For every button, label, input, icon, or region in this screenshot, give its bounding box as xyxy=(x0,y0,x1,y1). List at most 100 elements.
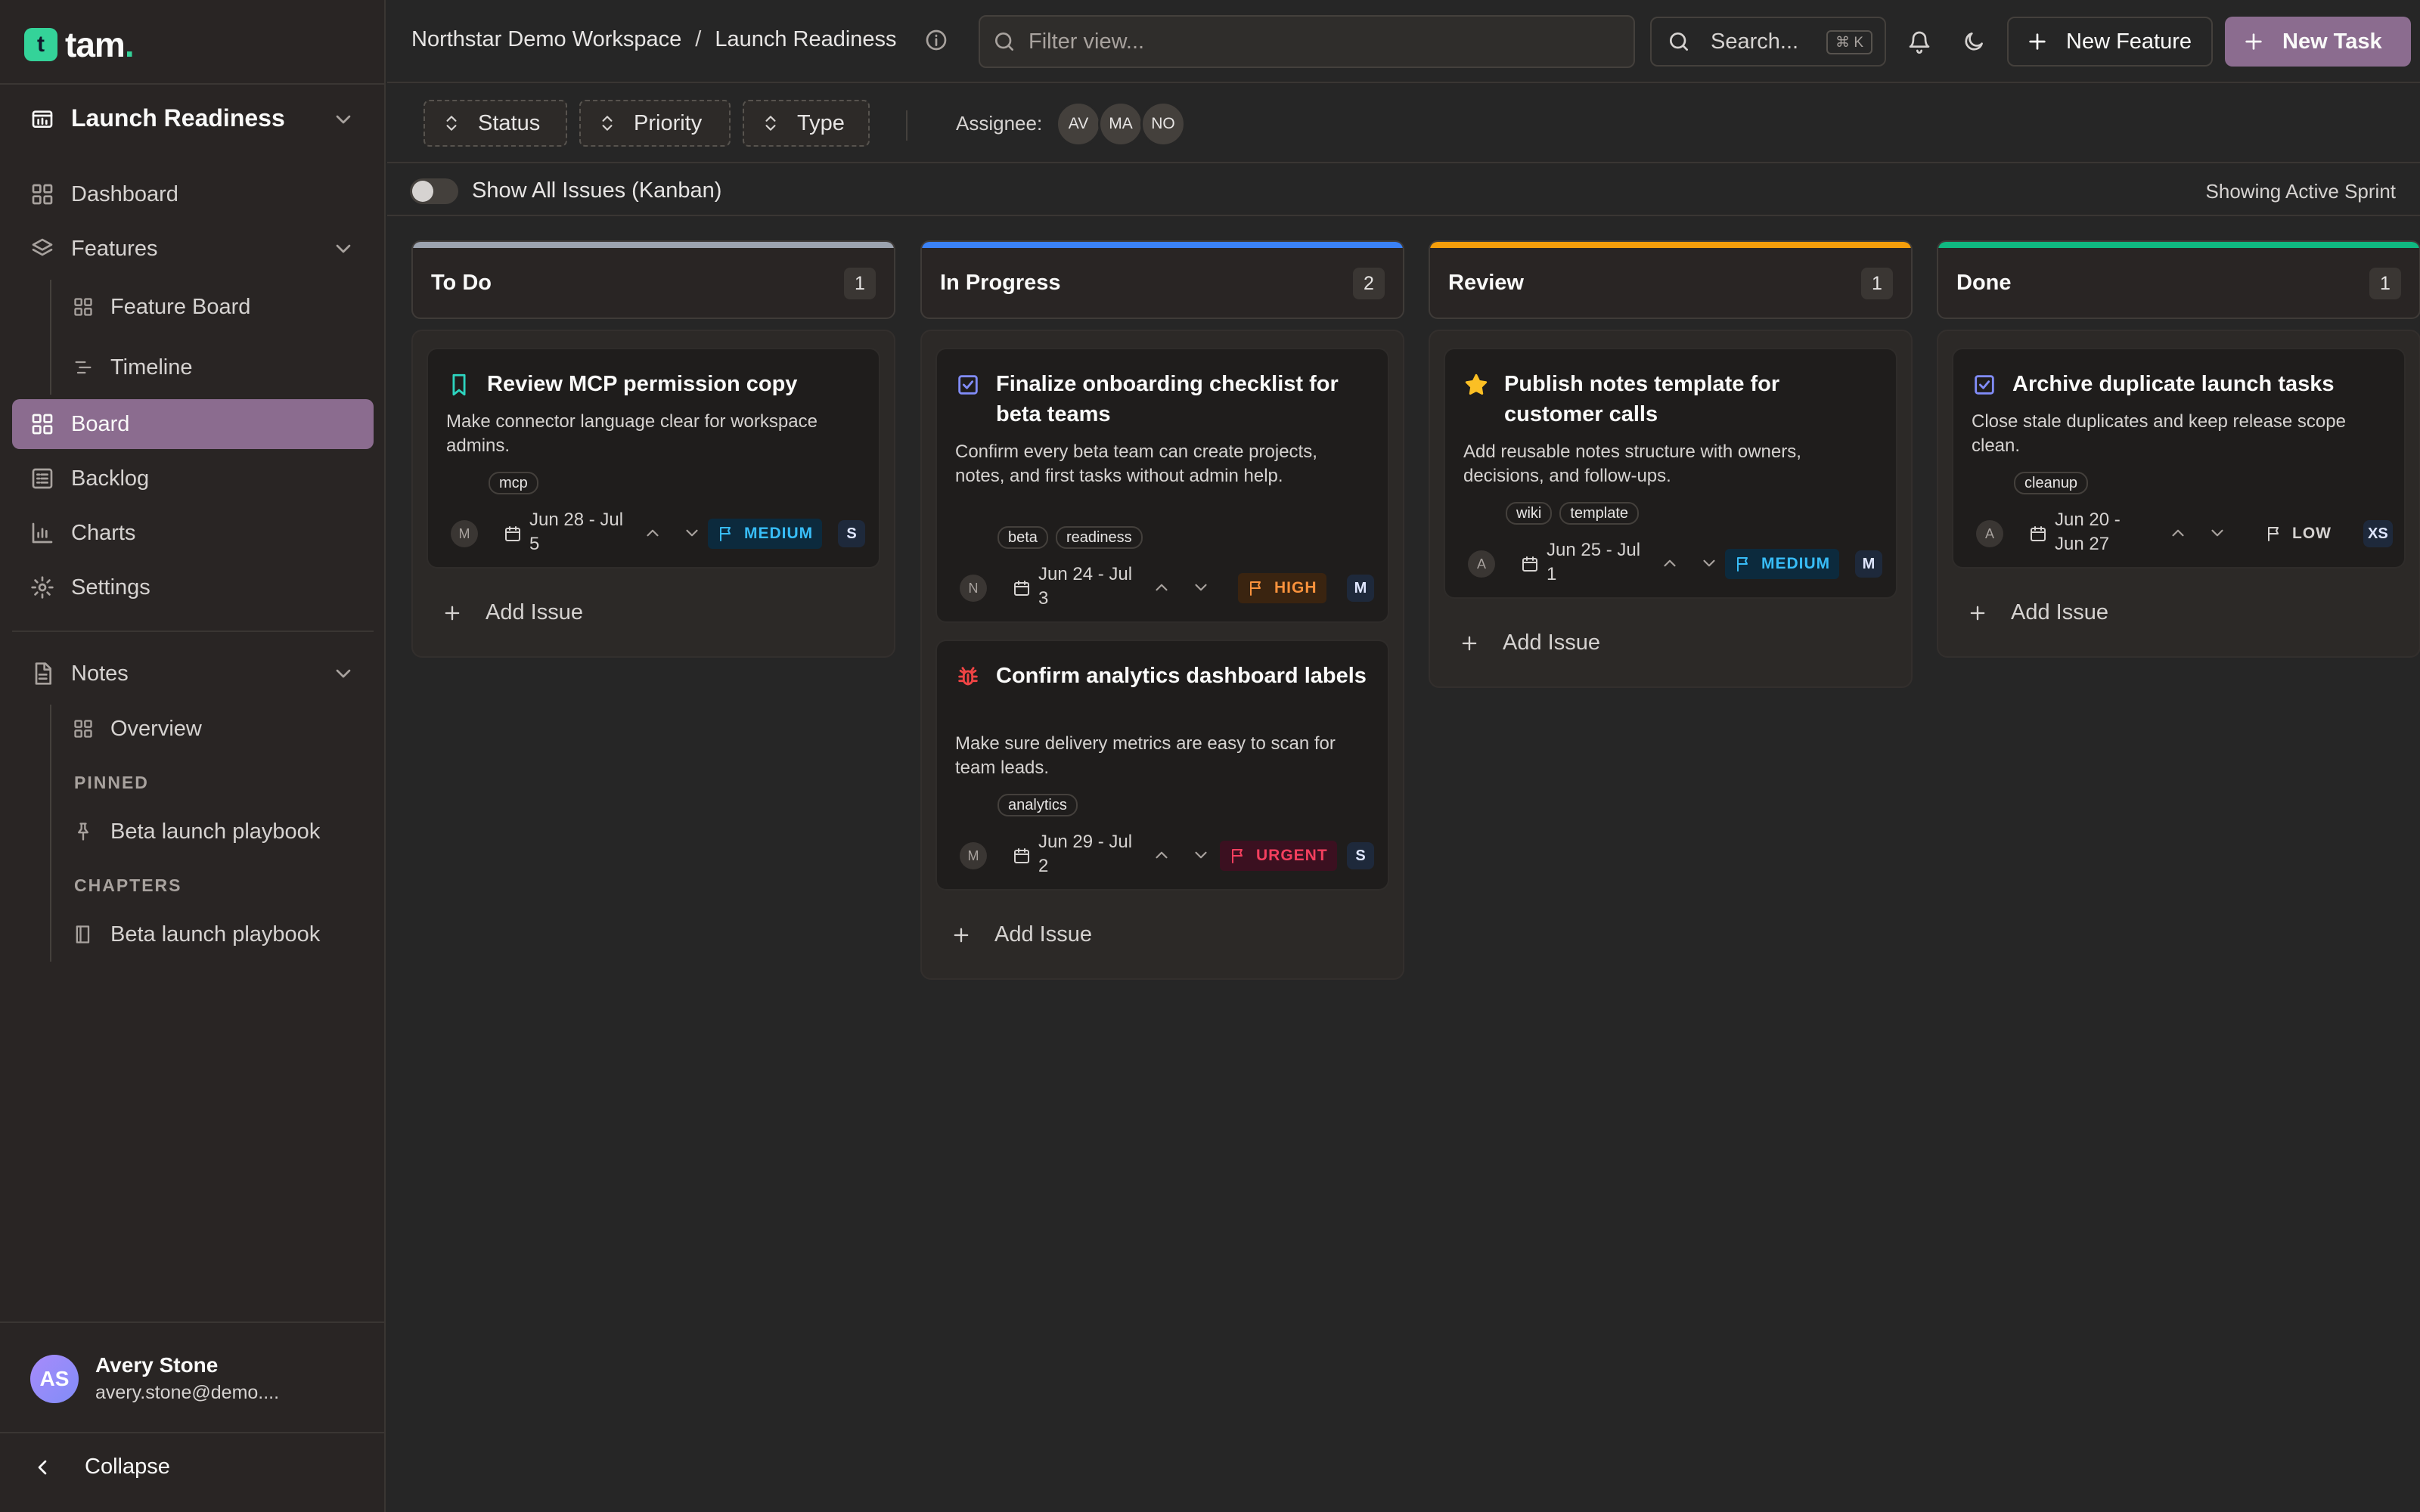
tag[interactable]: readiness xyxy=(1055,526,1143,549)
sidebar-item-chapter[interactable]: Beta launch playbook xyxy=(73,912,320,957)
sidebar-item-settings[interactable]: Settings xyxy=(12,562,374,612)
issue-tags: analytics xyxy=(997,794,1078,816)
timeline-icon xyxy=(75,361,92,374)
type-filter[interactable]: Type xyxy=(743,100,870,147)
priority-badge[interactable]: URGENT xyxy=(1220,841,1337,871)
issue-title: Archive duplicate launch tasks xyxy=(2012,372,2335,396)
issue-card[interactable]: Finalize onboarding checklist for beta t… xyxy=(935,348,1389,623)
size-badge[interactable]: S xyxy=(838,520,865,547)
size-badge[interactable]: S xyxy=(1347,842,1374,869)
breadcrumb-project[interactable]: Launch Readiness xyxy=(715,27,896,52)
sidebar-item-dashboard[interactable]: Dashboard xyxy=(12,169,374,219)
priority-filter[interactable]: Priority xyxy=(579,100,731,147)
new-task-button[interactable]: New Task xyxy=(2225,17,2411,67)
issue-card[interactable]: Confirm analytics dashboard labels Make … xyxy=(935,640,1389,891)
project-icon xyxy=(32,110,53,128)
column-title: In Progress xyxy=(940,271,1061,295)
priority-badge[interactable]: MEDIUM xyxy=(708,519,823,549)
divider xyxy=(0,1432,386,1433)
sidebar-item-feature-board[interactable]: Feature Board xyxy=(73,284,250,330)
issue-date-range[interactable]: Jun 24 - Jul 3 xyxy=(1038,562,1137,611)
tag[interactable]: mcp xyxy=(489,472,538,494)
issue-meta: A Jun 25 - Jul 1 MEDIUM M xyxy=(1468,535,1882,588)
chevron-up-icon[interactable] xyxy=(643,523,662,543)
add-issue-button[interactable]: Add Issue xyxy=(1459,631,1600,655)
sidebar-item-timeline[interactable]: Timeline xyxy=(73,345,193,390)
size-badge[interactable]: M xyxy=(1855,550,1882,578)
assignee-avatar[interactable]: M xyxy=(960,842,987,869)
assignee-avatar[interactable]: N xyxy=(960,575,987,602)
user-profile[interactable]: AS Avery Stone avery.stone@demo.... xyxy=(30,1353,279,1404)
bell-icon[interactable] xyxy=(1907,29,1931,54)
issue-tags: cleanup xyxy=(2014,472,2089,494)
issue-description: Make sure delivery metrics are easy to s… xyxy=(955,733,1336,778)
tag[interactable]: beta xyxy=(997,526,1048,549)
chevron-down-icon[interactable] xyxy=(682,523,702,543)
priority-badge[interactable]: MEDIUM xyxy=(1725,549,1840,579)
chevron-down-icon[interactable] xyxy=(2207,523,2227,543)
app-logo[interactable]: t tam. xyxy=(24,24,135,65)
chevron-up-icon[interactable] xyxy=(1152,578,1171,597)
assignee-avatar[interactable]: A xyxy=(1468,550,1495,578)
chevron-up-icon[interactable] xyxy=(2168,523,2188,543)
issue-card[interactable]: Publish notes template for customer call… xyxy=(1444,348,1897,599)
priority-badge[interactable]: HIGH xyxy=(1238,573,1326,603)
moon-icon[interactable] xyxy=(1962,29,1986,54)
issue-date-range[interactable]: Jun 25 - Jul 1 xyxy=(1547,538,1645,587)
issue-date-range[interactable]: Jun 28 - Jul 5 xyxy=(529,508,628,556)
tag[interactable]: template xyxy=(1559,502,1640,525)
issue-card[interactable]: Archive duplicate launch tasks Close sta… xyxy=(1952,348,2406,569)
issue-meta: M Jun 28 - Jul 5 MEDIUM S xyxy=(451,505,865,558)
sidebar-item-label: Backlog xyxy=(71,466,150,491)
sidebar-item-backlog[interactable]: Backlog xyxy=(12,454,374,503)
sidebar-item-charts[interactable]: Charts xyxy=(12,508,374,558)
issue-card[interactable]: Review MCP permission copy Make connecto… xyxy=(427,348,880,569)
issue-date-range[interactable]: Jun 29 - Jul 2 xyxy=(1038,830,1137,878)
assignee-avatar[interactable]: M xyxy=(451,520,478,547)
breadcrumb-workspace[interactable]: Northstar Demo Workspace xyxy=(411,27,681,52)
chevron-down-icon[interactable] xyxy=(1191,845,1211,865)
chevron-left-icon xyxy=(38,1460,47,1474)
sidebar-item-features[interactable]: Features xyxy=(12,224,374,274)
collapse-button[interactable]: Collapse xyxy=(30,1455,170,1479)
info-icon[interactable] xyxy=(924,28,948,52)
sidebar-item-board[interactable]: Board xyxy=(12,399,374,449)
priority-badge[interactable]: LOW xyxy=(2256,519,2341,549)
chevron-down-icon[interactable] xyxy=(1191,578,1211,597)
sidebar: t tam. Launch Readiness Dashboard Featur… xyxy=(0,0,386,1512)
show-all-issues-toggle[interactable] xyxy=(410,178,458,204)
assignee-avatar[interactable]: A xyxy=(1976,520,2003,547)
assignee-avatar[interactable]: AV xyxy=(1056,101,1101,147)
chart-icon xyxy=(32,522,53,544)
plus-icon xyxy=(954,928,969,942)
search-button[interactable]: Search... ⌘ K xyxy=(1650,17,1886,67)
size-badge[interactable]: XS xyxy=(2363,520,2393,547)
sidebar-item-overview[interactable]: Overview xyxy=(73,706,202,751)
search-label: Search... xyxy=(1711,29,1799,54)
assignee-avatar[interactable]: MA xyxy=(1098,101,1143,147)
project-switcher[interactable]: Launch Readiness xyxy=(30,104,355,132)
chevron-up-icon[interactable] xyxy=(1660,553,1680,573)
grid-icon xyxy=(74,720,92,738)
calendar-icon xyxy=(2031,526,2046,541)
new-feature-button[interactable]: New Feature xyxy=(2007,17,2213,67)
chevron-up-icon[interactable] xyxy=(1152,845,1171,865)
column-color-bar xyxy=(922,242,1403,248)
sidebar-item-notes[interactable]: Notes xyxy=(12,649,374,699)
add-issue-button[interactable]: Add Issue xyxy=(951,922,1092,947)
add-issue-button[interactable]: Add Issue xyxy=(1967,600,2108,625)
issue-date-range[interactable]: Jun 20 - Jun 27 xyxy=(2055,508,2153,556)
chevron-down-icon[interactable] xyxy=(1699,553,1719,573)
pinned-section-label: PINNED xyxy=(74,773,149,792)
tag[interactable]: wiki xyxy=(1506,502,1553,525)
tag[interactable]: cleanup xyxy=(2014,472,2089,494)
priority-label: MEDIUM xyxy=(744,525,814,542)
assignee-avatar[interactable]: NO xyxy=(1140,101,1186,147)
status-filter[interactable]: Status xyxy=(424,100,567,147)
size-badge[interactable]: M xyxy=(1347,575,1374,602)
filter-view-input[interactable] xyxy=(1028,29,1603,54)
add-issue-button[interactable]: Add Issue xyxy=(442,600,583,625)
tag[interactable]: analytics xyxy=(997,794,1078,816)
logo-dot: . xyxy=(124,25,135,64)
sidebar-item-pinned-note[interactable]: Beta launch playbook xyxy=(73,809,320,854)
